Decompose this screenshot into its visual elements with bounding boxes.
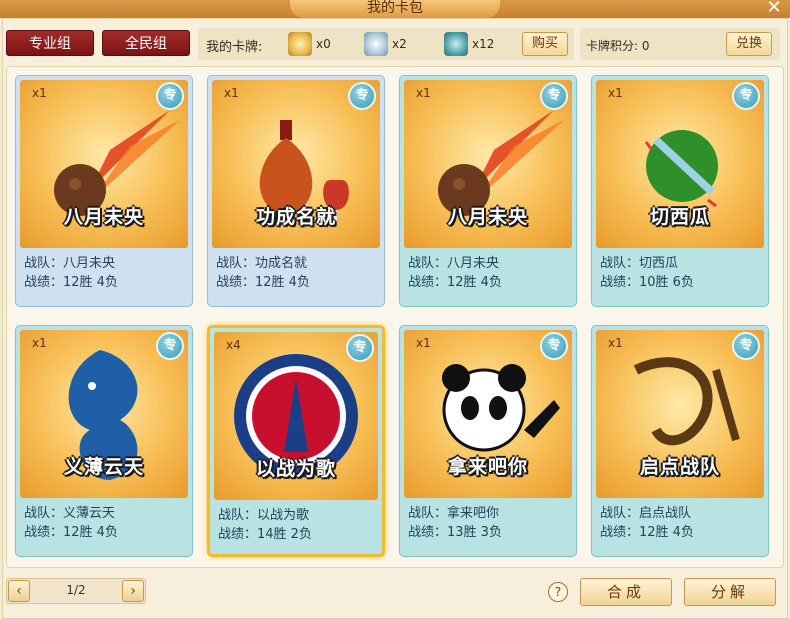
team-record: 战绩：14胜 2负 — [218, 527, 312, 542]
card-art: x1 专 八月未央 — [20, 80, 188, 248]
team-name: 战队：切西瓜 — [600, 256, 679, 271]
tab-all-group[interactable]: 全民组 — [102, 30, 190, 56]
team-name: 战队：启点战队 — [600, 506, 692, 521]
team-name: 战队：以战为歌 — [218, 508, 310, 523]
silver-card-count: x2 — [392, 37, 407, 51]
team-card[interactable]: x1 专 义薄云天 战队：义薄云天 战绩：12胜 4负 — [15, 325, 193, 557]
team-record: 战绩：12胜 4负 — [600, 525, 694, 540]
pro-badge-icon: 专 — [540, 332, 568, 360]
team-record: 战绩：10胜 6负 — [600, 275, 694, 290]
chevron-right-icon[interactable]: › — [122, 580, 144, 602]
card-quantity: x1 — [32, 86, 47, 100]
team-record: 战绩：12胜 4负 — [24, 275, 118, 290]
buy-button[interactable]: 购买 — [522, 32, 568, 56]
compose-button[interactable]: 合成 — [580, 578, 672, 606]
window-title: 我的卡包 — [290, 0, 500, 18]
team-logo: 启点战队 — [639, 456, 720, 478]
team-record: 战绩：12胜 4负 — [408, 275, 502, 290]
team-logo: 拿来吧你 — [447, 456, 528, 478]
card-art: x1 专 义薄云天 — [20, 330, 188, 498]
card-art: x1 专 切西瓜 — [596, 80, 764, 248]
card-info: 战队：切西瓜 战绩：10胜 6负 — [596, 252, 764, 294]
card-art: x1 专 八月未央 — [404, 80, 572, 248]
team-record: 战绩：13胜 3负 — [408, 525, 502, 540]
team-name: 战队：功成名就 — [216, 256, 308, 271]
team-card[interactable]: x1 专 八月未央 战队：八月未央 战绩：12胜 4负 — [399, 75, 577, 307]
pro-badge-icon: 专 — [732, 82, 760, 110]
card-art: x4 专 以战为歌 — [214, 332, 378, 500]
team-logo: 功成名就 — [255, 206, 336, 228]
gold-card-icon — [288, 32, 312, 56]
tab-pro-group[interactable]: 专业组 — [6, 30, 94, 56]
pro-badge-icon: 专 — [346, 334, 374, 362]
team-logo: 切西瓜 — [649, 206, 710, 228]
card-quantity: x1 — [416, 336, 431, 350]
team-record: 战绩：12胜 4负 — [216, 275, 310, 290]
gold-card-count: x0 — [316, 37, 331, 51]
card-art: x1 专 功成名就 — [212, 80, 380, 248]
team-card-selected[interactable]: x4 专 以战为歌 战队：以战为歌 战绩：14胜 2负 — [207, 325, 385, 557]
card-grid: x1 专 八月未央 战队：八月未央 战绩：12胜 4负 x1 专 功成名就 战队… — [6, 66, 784, 568]
pro-badge-icon: 专 — [156, 332, 184, 360]
decompose-button[interactable]: 分解 — [684, 578, 776, 606]
card-quantity: x1 — [32, 336, 47, 350]
team-logo: 八月未央 — [447, 206, 528, 228]
team-record: 战绩：12胜 4负 — [24, 525, 118, 540]
my-cards-label: 我的卡牌: — [206, 40, 263, 55]
card-info: 战队：八月未央 战绩：12胜 4负 — [20, 252, 188, 294]
card-art: x1 专 启点战队 — [596, 330, 764, 498]
pro-badge-icon: 专 — [540, 82, 568, 110]
my-cards-bar: 我的卡牌: x0 x2 x12 购买 — [198, 28, 574, 60]
points-bar: 卡牌积分: 0 兑换 — [580, 28, 780, 60]
team-name: 战队：义薄云天 — [24, 506, 116, 521]
team-name: 战队：八月未央 — [408, 256, 500, 271]
footer: ‹ 1/2 › ? 合成 分解 — [0, 576, 790, 610]
teal-card-icon — [444, 32, 468, 56]
card-quantity: x1 — [224, 86, 239, 100]
close-icon[interactable]: ✕ — [764, 0, 784, 18]
card-info: 战队：义薄云天 战绩：12胜 4负 — [20, 502, 188, 544]
team-card[interactable]: x1 专 拿来吧你 战队：拿来吧你 战绩：13胜 3负 — [399, 325, 577, 557]
team-card[interactable]: x1 专 启点战队 战队：启点战队 战绩：12胜 4负 — [591, 325, 769, 557]
pro-badge-icon: 专 — [732, 332, 760, 360]
exchange-button[interactable]: 兑换 — [726, 32, 772, 56]
card-quantity: x1 — [608, 336, 623, 350]
team-name: 战队：拿来吧你 — [408, 506, 500, 521]
card-quantity: x1 — [608, 86, 623, 100]
team-logo: 八月未央 — [63, 206, 144, 228]
toolbar: 专业组 全民组 我的卡牌: x0 x2 x12 购买 卡牌积分: 0 兑换 — [0, 28, 790, 62]
card-info: 战队：功成名就 战绩：12胜 4负 — [212, 252, 380, 294]
pager: ‹ 1/2 › — [6, 578, 146, 604]
silver-card-icon — [364, 32, 388, 56]
card-quantity: x4 — [226, 338, 241, 352]
team-card[interactable]: x1 专 八月未央 战队：八月未央 战绩：12胜 4负 — [15, 75, 193, 307]
teal-card-count: x12 — [472, 37, 495, 51]
team-card[interactable]: x1 专 功成名就 战队：功成名就 战绩：12胜 4负 — [207, 75, 385, 307]
team-logo: 以战为歌 — [255, 458, 336, 480]
card-info: 战队：拿来吧你 战绩：13胜 3负 — [404, 502, 572, 544]
card-quantity: x1 — [416, 86, 431, 100]
card-info: 战队：以战为歌 战绩：14胜 2负 — [214, 504, 378, 546]
card-points-label: 卡牌积分: 0 — [586, 39, 650, 53]
card-info: 战队：启点战队 战绩：12胜 4负 — [596, 502, 764, 544]
pro-badge-icon: 专 — [348, 82, 376, 110]
team-card[interactable]: x1 专 切西瓜 战队：切西瓜 战绩：10胜 6负 — [591, 75, 769, 307]
team-logo: 义薄云天 — [63, 456, 144, 478]
card-info: 战队：八月未央 战绩：12胜 4负 — [404, 252, 572, 294]
card-art: x1 专 拿来吧你 — [404, 330, 572, 498]
help-icon[interactable]: ? — [548, 582, 568, 602]
team-name: 战队：八月未央 — [24, 256, 116, 271]
pro-badge-icon: 专 — [156, 82, 184, 110]
title-bar: 我的卡包 ✕ — [0, 0, 790, 18]
